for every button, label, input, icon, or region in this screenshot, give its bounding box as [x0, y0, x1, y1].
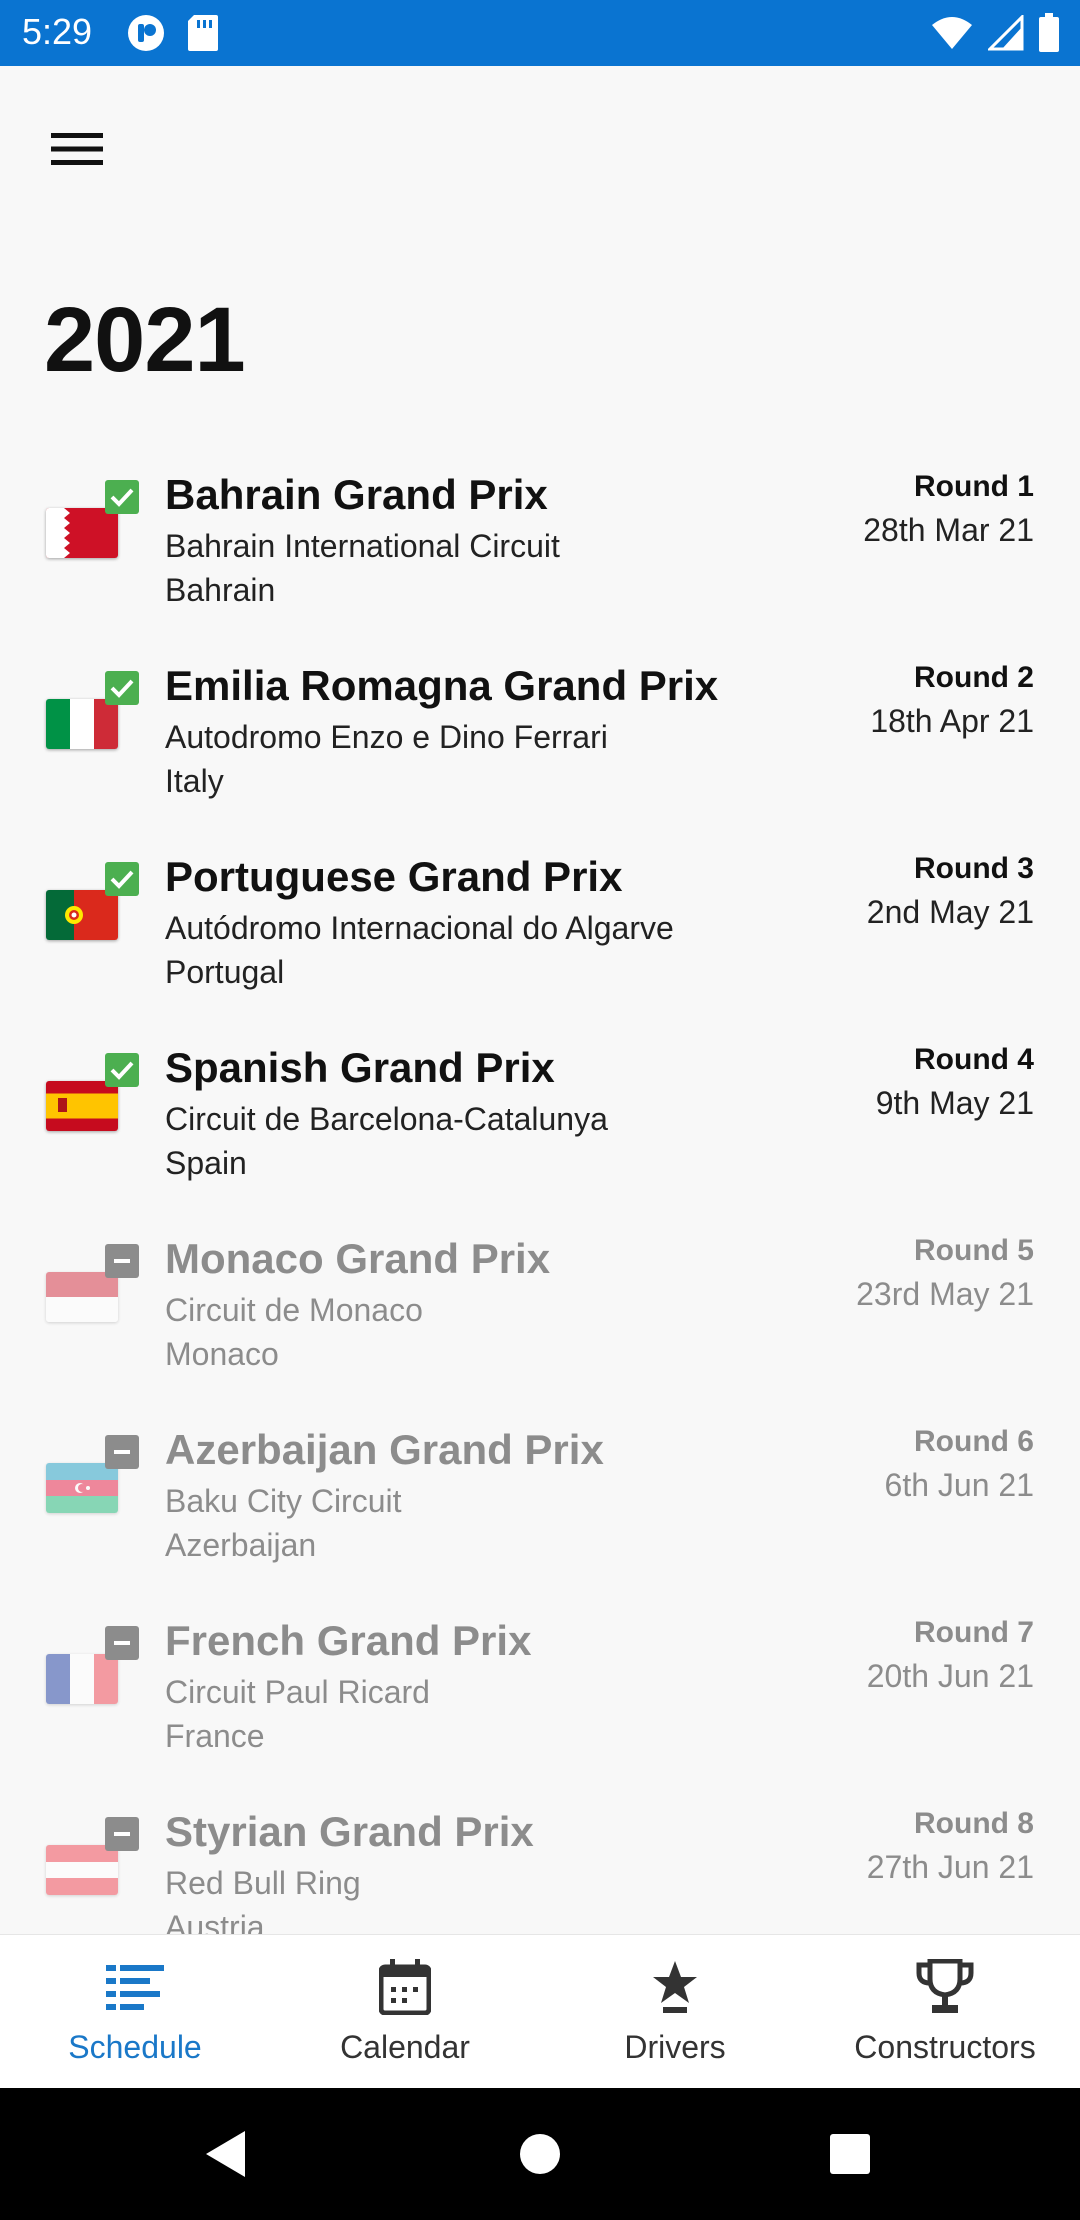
completed-check-icon: [105, 671, 139, 705]
back-button[interactable]: [196, 2126, 256, 2186]
race-country: Bahrain: [165, 572, 276, 608]
race-round: Round 4: [914, 1043, 1034, 1076]
home-circle-icon: [518, 2132, 562, 2181]
status-right-icons: [930, 13, 1060, 58]
spain-flag-icon: [46, 1081, 118, 1131]
nav-label: Drivers: [624, 2029, 726, 2065]
race-round: Round 3: [914, 852, 1034, 885]
race-country: Monaco: [165, 1336, 279, 1372]
race-name: Bahrain Grand Prix: [165, 471, 548, 518]
menu-button[interactable]: [36, 110, 118, 192]
race-row[interactable]: Emilia Romagna Grand Prix Autodromo Enzo…: [0, 641, 1080, 832]
race-name: French Grand Prix: [165, 1617, 532, 1664]
portugal-flag-icon: [46, 890, 118, 940]
race-name: Emilia Romagna Grand Prix: [165, 662, 719, 709]
race-date: 23rd May 21: [856, 1276, 1034, 1312]
race-circuit: Autódromo Internacional do Algarve: [165, 910, 674, 946]
bahrain-flag-icon: [46, 508, 118, 558]
monaco-flag-icon: [46, 1272, 118, 1322]
race-list[interactable]: Bahrain Grand Prix Bahrain International…: [0, 450, 1080, 1934]
completed-check-icon: [105, 480, 139, 514]
race-circuit: Bahrain International Circuit: [165, 528, 560, 564]
race-country: Austria: [165, 1909, 265, 1934]
race-date: 9th May 21: [875, 1085, 1034, 1121]
nav-label: Schedule: [68, 2029, 202, 2065]
race-name: Spanish Grand Prix: [165, 1044, 555, 1091]
system-navigation-bar: [0, 2088, 1080, 2220]
status-left-icons: [126, 13, 220, 58]
italy-flag-icon: [46, 699, 118, 749]
race-round: Round 5: [914, 1234, 1034, 1267]
race-name: Azerbaijan Grand Prix: [165, 1426, 604, 1473]
nav-label: Constructors: [854, 2029, 1036, 2065]
race-round: Round 8: [914, 1807, 1034, 1840]
upcoming-minus-icon: [105, 1626, 139, 1660]
race-circuit: Circuit Paul Ricard: [165, 1674, 430, 1710]
trophy-icon: [915, 1957, 975, 2017]
race-round: Round 6: [914, 1425, 1034, 1458]
france-flag-icon: [46, 1654, 118, 1704]
race-name: Monaco Grand Prix: [165, 1235, 551, 1282]
nav-item-drivers[interactable]: Drivers: [540, 1935, 810, 2088]
race-date: 2nd May 21: [866, 894, 1034, 930]
bottom-navigation: Schedule Calendar Drivers Constructors: [0, 1934, 1080, 2088]
status-time: 5:29: [22, 11, 93, 52]
azerbaijan-flag-icon: [46, 1463, 118, 1513]
recents-button[interactable]: [820, 2126, 880, 2186]
recents-square-icon: [829, 2133, 871, 2180]
calendar-icon: [375, 1957, 435, 2017]
battery-icon: [1038, 13, 1060, 58]
nav-label: Calendar: [340, 2029, 470, 2065]
race-country: France: [165, 1718, 265, 1754]
wifi-icon: [930, 15, 974, 56]
race-name: Styrian Grand Prix: [165, 1808, 534, 1855]
race-country: Italy: [165, 763, 224, 799]
upcoming-minus-icon: [105, 1817, 139, 1851]
season-title: 2021: [44, 289, 246, 391]
race-row[interactable]: Spanish Grand Prix Circuit de Barcelona-…: [0, 1023, 1080, 1214]
nav-item-calendar[interactable]: Calendar: [270, 1935, 540, 2088]
race-round: Round 7: [914, 1616, 1034, 1649]
race-name: Portuguese Grand Prix: [165, 853, 623, 900]
notification-app-icon: [126, 13, 166, 58]
race-circuit: Red Bull Ring: [165, 1865, 361, 1901]
nav-item-schedule[interactable]: Schedule: [0, 1935, 270, 2088]
race-date: 18th Apr 21: [870, 703, 1034, 739]
upcoming-minus-icon: [105, 1435, 139, 1469]
austria-flag-icon: [46, 1845, 118, 1895]
race-row[interactable]: Portuguese Grand Prix Autódromo Internac…: [0, 832, 1080, 1023]
race-country: Spain: [165, 1145, 247, 1181]
nav-item-constructors[interactable]: Constructors: [810, 1935, 1080, 2088]
upcoming-minus-icon: [105, 1244, 139, 1278]
completed-check-icon: [105, 1053, 139, 1087]
completed-check-icon: [105, 862, 139, 896]
race-date: 27th Jun 21: [866, 1849, 1034, 1885]
race-date: 6th Jun 21: [884, 1467, 1034, 1503]
driver-star-icon: [645, 1957, 705, 2017]
race-round: Round 2: [914, 661, 1034, 694]
race-circuit: Autodromo Enzo e Dino Ferrari: [165, 719, 608, 755]
race-date: 28th Mar 21: [863, 512, 1034, 548]
back-triangle-icon: [203, 2129, 249, 2184]
race-circuit: Circuit de Barcelona-Catalunya: [165, 1101, 608, 1137]
race-circuit: Circuit de Monaco: [165, 1292, 423, 1328]
race-date: 20th Jun 21: [866, 1658, 1034, 1694]
race-row[interactable]: Monaco Grand Prix Circuit de Monaco Mona…: [0, 1214, 1080, 1405]
race-row[interactable]: French Grand Prix Circuit Paul Ricard Fr…: [0, 1596, 1080, 1787]
race-row[interactable]: Bahrain Grand Prix Bahrain International…: [0, 450, 1080, 641]
schedule-list-icon: [105, 1957, 165, 2017]
race-row[interactable]: Styrian Grand Prix Red Bull Ring Austria…: [0, 1787, 1080, 1934]
app-bar: [0, 66, 1080, 216]
race-round: Round 1: [914, 470, 1034, 503]
race-row[interactable]: Azerbaijan Grand Prix Baku City Circuit …: [0, 1405, 1080, 1596]
sd-card-icon: [186, 13, 220, 58]
home-button[interactable]: [510, 2126, 570, 2186]
race-country: Azerbaijan: [165, 1527, 317, 1563]
status-bar: 5:29: [0, 0, 1080, 66]
race-country: Portugal: [165, 954, 285, 990]
hamburger-menu-icon: [51, 131, 103, 172]
signal-icon: [986, 13, 1024, 56]
race-circuit: Baku City Circuit: [165, 1483, 402, 1519]
